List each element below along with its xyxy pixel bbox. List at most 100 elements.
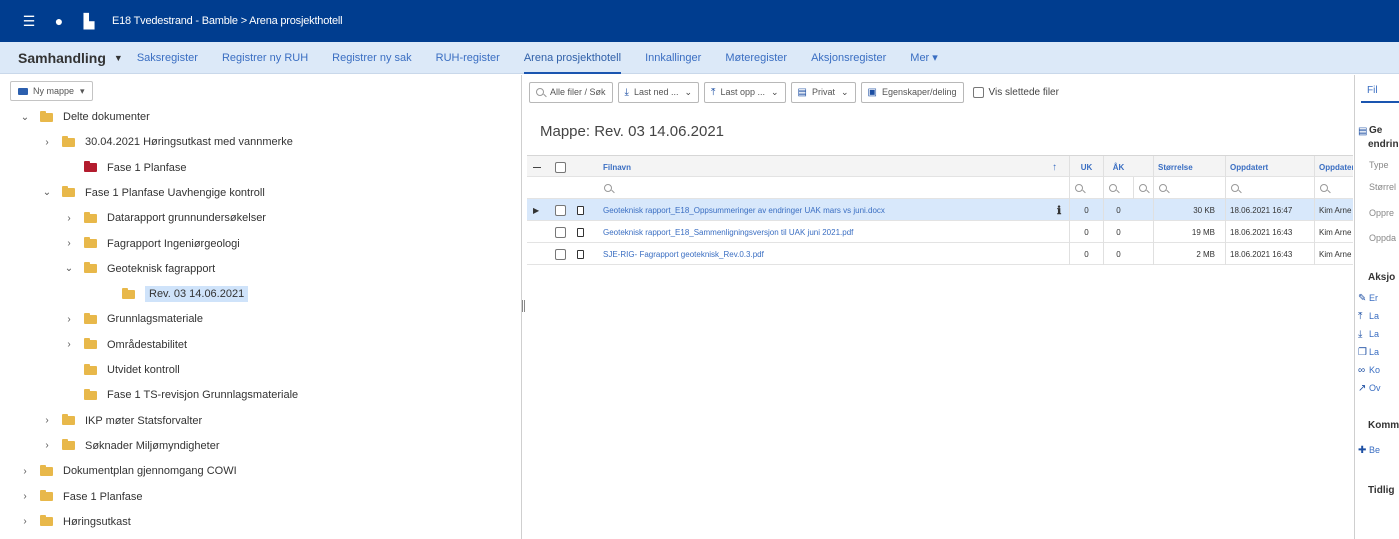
chevron-right-icon[interactable]: › — [40, 440, 54, 451]
new-folder-button[interactable]: Ny mappe ▾ — [10, 81, 93, 101]
chevron-right-icon[interactable]: › — [62, 314, 76, 325]
chart-icon[interactable]: ▙ — [82, 13, 96, 30]
file-name-link[interactable]: Geoteknisk rapport_E18_Sammenligningsver… — [603, 221, 1043, 243]
file-name-link[interactable]: Geoteknisk rapport_E18_Oppsummeringer av… — [603, 199, 1043, 221]
show-deleted-toggle[interactable]: Vis slettede filer — [972, 86, 1059, 98]
row-checkbox-box[interactable] — [555, 204, 566, 216]
chevron-right-icon[interactable]: › — [62, 213, 76, 224]
collapse-icon[interactable] — [533, 156, 545, 178]
chevron-down-icon[interactable]: ⌄ — [40, 187, 54, 198]
tree-node-label: Delte dokumenter — [63, 111, 150, 123]
extra-filter[interactable] — [1133, 177, 1153, 199]
tree-node[interactable]: › Grunnlagsmateriale — [62, 309, 203, 329]
privacy-label: Privat — [811, 87, 835, 97]
uk-filter[interactable] — [1069, 177, 1103, 199]
updated-by-filter[interactable] — [1314, 177, 1353, 199]
tab-fil[interactable]: Fil — [1361, 81, 1399, 103]
nav-registrer-sak[interactable]: Registrer ny sak — [332, 42, 411, 74]
tree-node[interactable]: › Områdestabilitet — [62, 335, 187, 355]
user-icon[interactable]: ● — [52, 13, 66, 29]
action-link[interactable]: Ko — [1369, 365, 1380, 375]
tree-node[interactable]: Fase 1 Planfase — [62, 158, 187, 178]
chevron-right-icon[interactable]: › — [62, 238, 76, 249]
size-header[interactable]: Størrelse — [1153, 156, 1219, 178]
tree-node[interactable]: ⌄ Geoteknisk fagrapport — [62, 259, 215, 279]
row-checkbox[interactable] — [555, 221, 569, 243]
file-row[interactable]: ▶ Geoteknisk rapport_E18_Oppsummeringer a… — [527, 199, 1353, 221]
upload-button[interactable]: ⤒ Last opp ... ⌄ — [704, 81, 786, 103]
privacy-button[interactable]: ▤ Privat ⌄ — [790, 81, 856, 103]
action-download[interactable]: La — [1369, 329, 1379, 339]
row-checkbox-box[interactable] — [555, 248, 566, 260]
file-name-text[interactable]: Geoteknisk rapport_E18_Oppsummeringer av… — [603, 206, 885, 215]
ak-filter[interactable] — [1103, 177, 1133, 199]
ak-header[interactable]: ÅK — [1103, 156, 1133, 178]
row-checkbox[interactable] — [555, 199, 569, 221]
uk-header[interactable]: UK — [1069, 156, 1103, 178]
file-name-link[interactable]: SJE-RIG- Fagrapport geoteknisk_Rev.0.3.p… — [603, 243, 1043, 265]
chevron-down-icon[interactable]: ⌄ — [18, 112, 32, 123]
samhandling-menu[interactable]: Samhandling — [18, 50, 106, 66]
uk-value: 0 — [1069, 199, 1103, 221]
properties-sharing-button[interactable]: ▣ Egenskaper/deling — [860, 81, 964, 103]
updated-filter[interactable] — [1225, 177, 1310, 199]
tree-node[interactable]: Utvidet kontroll — [62, 360, 180, 380]
filename-filter[interactable] — [599, 177, 1049, 199]
filename-header[interactable]: Filnavn — [603, 156, 903, 178]
size-filter[interactable] — [1153, 177, 1219, 199]
download-button[interactable]: ⤓ Last ned ... ⌄ — [617, 81, 700, 103]
updated-by-header[interactable]: Oppdatert av — [1314, 156, 1353, 178]
chevron-right-icon[interactable]: › — [40, 415, 54, 426]
updated-header[interactable]: Oppdatert — [1225, 156, 1310, 178]
chevron-right-icon[interactable]: › — [18, 491, 32, 502]
nav-aksjonsregister[interactable]: Aksjonsregister — [811, 42, 886, 74]
prop-updated: Oppda — [1369, 233, 1397, 243]
show-deleted-checkbox[interactable] — [972, 86, 984, 98]
tree-node[interactable]: › Høringsutkast — [18, 512, 131, 532]
tree-node[interactable]: ⌄ Fase 1 Planfase Uavhengige kontroll — [40, 183, 265, 203]
folder-icon — [40, 110, 53, 122]
row-checkbox-box[interactable] — [555, 226, 566, 238]
nav-moteregister[interactable]: Møteregister — [725, 42, 787, 74]
tree-node[interactable]: › Datarapport grunnundersøkelser — [62, 208, 266, 228]
chevron-right-icon[interactable]: › — [18, 516, 32, 527]
folder-icon — [84, 237, 97, 248]
nav-ruh-register[interactable]: RUH-register — [436, 42, 500, 74]
folder-icon — [40, 515, 53, 527]
tree-node[interactable]: › Fagrapport Ingeniørgeologi — [62, 234, 240, 254]
file-row[interactable]: SJE-RIG- Fagrapport geoteknisk_Rev.0.3.p… — [527, 243, 1353, 265]
tree-node[interactable]: › Fase 1 Planfase — [18, 487, 143, 507]
nav-registrer-ruh[interactable]: Registrer ny RUH — [222, 42, 308, 74]
row-checkbox[interactable] — [555, 243, 569, 265]
tree-node[interactable]: Rev. 03 14.06.2021 — [100, 284, 249, 304]
tree-node[interactable]: Fase 1 TS-revisjon Grunnlagsmateriale — [62, 385, 298, 405]
file-row[interactable]: Geoteknisk rapport_E18_Sammenligningsver… — [527, 221, 1353, 243]
tree-node[interactable]: › 30.04.2021 Høringsutkast med vannmerke — [40, 132, 293, 152]
hamburger-menu-icon[interactable]: ☰ — [22, 13, 36, 30]
chevron-down-icon[interactable]: ⌄ — [62, 263, 76, 274]
sort-up-icon[interactable]: ↑ — [1052, 156, 1066, 178]
file-name-text[interactable]: Geoteknisk rapport_E18_Sammenligningsver… — [603, 228, 853, 237]
action-copy[interactable]: La — [1369, 347, 1379, 357]
nav-innkallinger[interactable]: Innkallinger — [645, 42, 701, 74]
chevron-right-icon[interactable]: › — [40, 137, 54, 148]
top-bar: ☰ ● ▙ E18 Tvedestrand - Bamble > Arena p… — [0, 0, 1399, 42]
select-all-checkbox[interactable] — [555, 156, 569, 178]
tree-node[interactable]: › Søknader Miljømyndigheter — [40, 436, 220, 456]
chevron-right-icon[interactable]: › — [62, 339, 76, 350]
info-icon[interactable]: ℹ — [1057, 199, 1065, 221]
all-files-button[interactable]: Alle filer / Søk — [529, 81, 613, 103]
action-upload[interactable]: La — [1369, 311, 1379, 321]
file-name-text[interactable]: SJE-RIG- Fagrapport geoteknisk_Rev.0.3.p… — [603, 250, 764, 259]
action-edit[interactable]: Er — [1369, 293, 1378, 303]
tree-node[interactable]: › IKP møter Statsforvalter — [40, 411, 202, 431]
action-open[interactable]: Ov — [1369, 383, 1381, 393]
nav-mer[interactable]: Mer ▾ — [910, 42, 938, 74]
caret-down-icon[interactable]: ▼ — [114, 53, 123, 63]
tree-node[interactable]: › Dokumentplan gjennomgang COWI — [18, 461, 237, 481]
tree-node[interactable]: ⌄ Delte dokumenter — [18, 107, 150, 127]
add-comment-link[interactable]: Be — [1369, 445, 1380, 455]
nav-arena-prosjekthotell[interactable]: Arena prosjekthotell — [523, 42, 622, 74]
chevron-right-icon[interactable]: › — [18, 466, 32, 477]
nav-saksregister[interactable]: Saksregister — [137, 42, 198, 74]
